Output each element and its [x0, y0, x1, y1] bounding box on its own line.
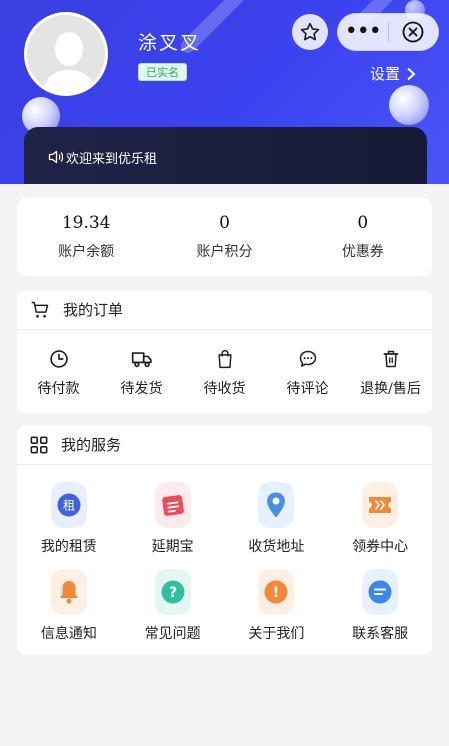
- stat-label: 优惠券: [341, 244, 384, 260]
- stat-balance[interactable]: 19.34 账户余额: [17, 198, 155, 276]
- more-button[interactable]: •••: [338, 13, 388, 51]
- services-title: 我的服务: [61, 436, 122, 454]
- service-about-us[interactable]: ! 关于我们: [225, 569, 329, 643]
- stat-value: 0: [357, 213, 369, 233]
- service-label: 关于我们: [248, 626, 305, 642]
- order-pending-payment[interactable]: 待付款: [17, 348, 100, 398]
- service-label: 常见问题: [144, 626, 201, 642]
- chevron-right-icon: [407, 67, 416, 80]
- clock-icon: [49, 350, 68, 368]
- order-label: 待收货: [203, 381, 246, 397]
- cart-icon: [31, 301, 49, 318]
- service-extension[interactable]: 延期宝: [121, 482, 225, 556]
- info-icon: !: [264, 580, 288, 604]
- order-label: 待评论: [286, 381, 329, 397]
- settings-label: 设置: [370, 65, 401, 83]
- rent-icon: 租: [57, 493, 81, 517]
- my-services-card: 我的服务 租 我的租赁 延期宝 收货地址 领券中心 信息通知 ? 常见问题 ! …: [17, 425, 432, 655]
- bell-icon: [59, 581, 78, 604]
- settings-link[interactable]: 设置: [370, 63, 416, 84]
- order-label: 待付款: [37, 381, 80, 397]
- stat-value: 0: [219, 213, 230, 233]
- verified-badge: 已实名: [138, 63, 187, 81]
- stat-value: 19.34: [61, 213, 111, 233]
- service-coupon-center[interactable]: 领券中心: [328, 482, 432, 556]
- orders-header[interactable]: 我的订单: [17, 290, 432, 330]
- customer-service-icon: [368, 580, 392, 604]
- question-glyph: ?: [169, 585, 177, 601]
- service-label: 信息通知: [40, 626, 97, 642]
- order-label: 退换/售后: [360, 381, 421, 397]
- account-stats-card: 19.34 账户余额 0 账户积分 0 优惠券: [17, 198, 432, 276]
- decor-bubble: [389, 85, 429, 125]
- avatar[interactable]: [24, 12, 108, 96]
- order-pending-shipment[interactable]: 待发货: [100, 348, 183, 398]
- welcome-banner: 欢迎来到优乐租: [24, 127, 427, 184]
- stat-points[interactable]: 0 账户积分: [155, 198, 293, 276]
- question-icon: ?: [161, 580, 185, 604]
- order-after-sales[interactable]: 退换/售后: [349, 348, 432, 398]
- rent-glyph: 租: [63, 499, 75, 513]
- service-my-rentals[interactable]: 租 我的租赁: [17, 482, 121, 556]
- close-circle-icon: [402, 21, 424, 43]
- stat-label: 账户余额: [58, 244, 115, 260]
- services-header: 我的服务: [17, 425, 432, 465]
- star-icon: [300, 22, 320, 41]
- order-pending-review[interactable]: 待评论: [266, 348, 349, 398]
- trash-icon: [383, 350, 398, 368]
- miniprogram-capsule: •••: [337, 13, 439, 51]
- service-label: 收货地址: [248, 539, 305, 555]
- coupon-icon: [369, 497, 392, 513]
- service-faq[interactable]: ? 常见问题: [121, 569, 225, 643]
- service-notifications[interactable]: 信息通知: [17, 569, 121, 643]
- bag-icon: [217, 349, 232, 369]
- default-avatar-icon: [27, 15, 105, 93]
- info-glyph: !: [273, 585, 279, 601]
- service-label: 延期宝: [151, 539, 194, 555]
- my-orders-card: 我的订单 待付款 待发货 待收货 待评论 退换/售后: [17, 290, 432, 414]
- favorite-button[interactable]: [292, 14, 328, 50]
- service-customer-support[interactable]: 联系客服: [328, 569, 432, 643]
- stat-label: 账户积分: [196, 244, 253, 260]
- service-shipping-address[interactable]: 收货地址: [225, 482, 329, 556]
- location-pin-icon: [267, 492, 286, 518]
- profile-header: 涂叉叉 已实名 ••• 设置 欢迎来到优乐租: [0, 0, 449, 184]
- speaker-icon: [48, 150, 64, 164]
- grid-icon: [30, 436, 48, 453]
- extend-icon: [161, 495, 184, 516]
- comment-icon: [299, 350, 316, 367]
- service-label: 联系客服: [352, 626, 409, 642]
- order-label: 待发货: [120, 381, 163, 397]
- stat-coupons[interactable]: 0 优惠券: [294, 198, 432, 276]
- truck-icon: [131, 352, 152, 368]
- service-label: 我的租赁: [40, 539, 97, 555]
- orders-title: 我的订单: [63, 301, 124, 319]
- welcome-text: 欢迎来到优乐租: [66, 151, 158, 167]
- service-label: 领券中心: [352, 539, 409, 555]
- order-pending-receipt[interactable]: 待收货: [183, 348, 266, 398]
- username: 涂叉叉: [138, 32, 202, 54]
- close-button[interactable]: [388, 20, 438, 44]
